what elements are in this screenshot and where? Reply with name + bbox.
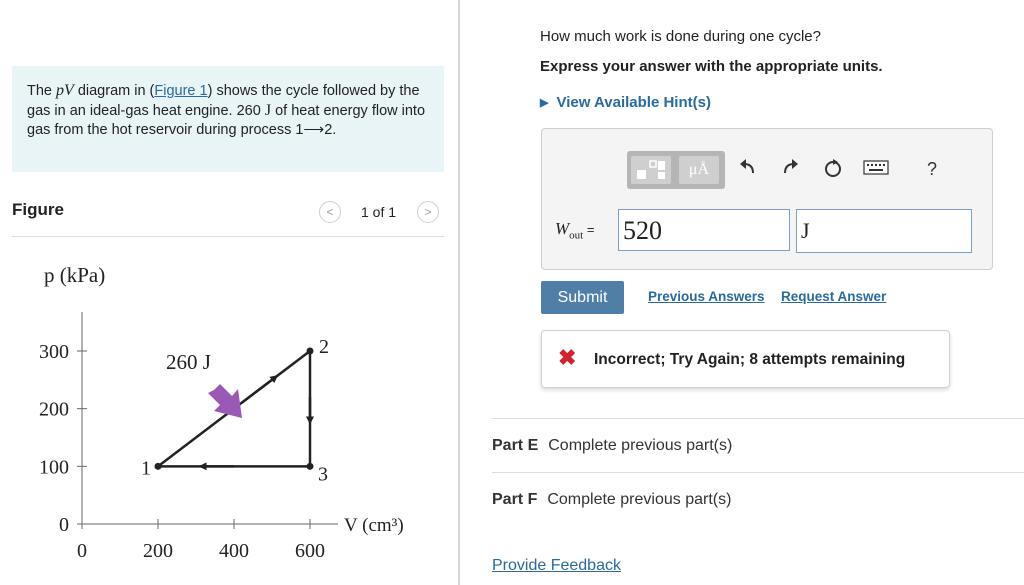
- point-1-label: 1: [141, 457, 151, 479]
- figure-header: Figure < 1 of 1 >: [12, 198, 444, 237]
- feedback-text: Incorrect; Try Again; 8 attempts remaini…: [594, 351, 906, 368]
- y-tick-label: 100: [39, 456, 69, 478]
- view-hints-toggle[interactable]: ▶ View Available Hint(s): [540, 94, 711, 111]
- point-2-label: 2: [319, 336, 329, 358]
- w-variable: W: [555, 219, 570, 238]
- problem-text-part: The: [27, 83, 57, 99]
- point-2: [306, 347, 314, 355]
- chevron-left-icon[interactable]: <: [319, 201, 341, 223]
- answer-box: μÅ ? Wout = 520 J: [541, 128, 993, 270]
- part-divider: [492, 472, 1024, 473]
- part-e[interactable]: Part E Complete previous part(s): [492, 437, 732, 455]
- feedback-box: ✖ Incorrect; Try Again; 8 attempts remai…: [541, 330, 950, 388]
- problem-text: The pV diagram in (Figure 1) shows the c…: [27, 81, 427, 140]
- keyboard-icon[interactable]: [863, 157, 889, 183]
- part-e-text: Complete previous part(s): [548, 437, 733, 454]
- point-1: [154, 462, 162, 470]
- x-axis-label: V (cm³): [344, 515, 404, 536]
- x-icon: ✖: [558, 345, 577, 370]
- mu-a-label: μÅ: [688, 161, 710, 178]
- question-text: How much work is done during one cycle?: [540, 28, 821, 45]
- figure-pager: 1 of 1: [361, 204, 397, 220]
- work-out-label: Wout =: [555, 219, 594, 241]
- right-pane: How much work is done during one cycle? …: [460, 0, 1024, 585]
- request-answer-link[interactable]: Request Answer: [781, 289, 886, 304]
- process-1-2-arrow: [240, 375, 279, 404]
- heat-label: 260 J: [166, 350, 211, 374]
- redo-icon[interactable]: [777, 157, 803, 183]
- equals-sign: =: [583, 222, 595, 237]
- y-tick-label: 0: [59, 514, 69, 536]
- instruction-text: Express your answer with the appropriate…: [540, 58, 883, 75]
- chevron-right-icon[interactable]: >: [417, 201, 439, 223]
- point-3-label: 3: [318, 463, 328, 485]
- x-tick-label: 0: [77, 540, 87, 562]
- point-3: [306, 462, 314, 470]
- answer-value-input[interactable]: 520: [618, 209, 790, 251]
- y-tick-label: 300: [39, 341, 69, 363]
- submit-button[interactable]: Submit: [541, 281, 624, 314]
- templates-icon[interactable]: [631, 156, 671, 184]
- problem-text-part: diagram in (: [73, 83, 155, 99]
- figure-title: Figure: [12, 200, 64, 219]
- problem-statement-box: The pV diagram in (Figure 1) shows the c…: [12, 66, 444, 172]
- x-tick-label: 400: [219, 540, 249, 562]
- part-f-text: Complete previous part(s): [547, 491, 732, 508]
- hint-label: View Available Hint(s): [556, 94, 711, 111]
- undo-icon[interactable]: [735, 157, 761, 183]
- help-icon[interactable]: ?: [927, 159, 937, 180]
- templates-button-group: μÅ: [627, 151, 725, 189]
- figure-link[interactable]: Figure 1: [154, 83, 207, 99]
- units-icon[interactable]: μÅ: [679, 156, 719, 184]
- caret-right-icon: ▶: [540, 97, 549, 109]
- pv-diagram: p (kPa) V (cm³) 300 200 100 00 200 400 600 1 2 3 260…: [39, 263, 404, 562]
- x-tick-label: 600: [295, 540, 325, 562]
- y-axis-label: p (kPa): [44, 263, 105, 287]
- y-tick-label: 200: [39, 399, 69, 421]
- x-tick-label: 200: [143, 540, 173, 562]
- pv-variable: pV: [56, 82, 74, 99]
- part-f[interactable]: Part F Complete previous part(s): [492, 491, 731, 509]
- part-e-label: Part E: [492, 437, 539, 454]
- provide-feedback-link[interactable]: Provide Feedback: [492, 557, 621, 575]
- out-subscript: out: [569, 229, 584, 242]
- previous-answers-link[interactable]: Previous Answers: [648, 289, 765, 304]
- heat-in-arrow: [208, 384, 242, 418]
- answer-unit-input[interactable]: J: [796, 209, 972, 253]
- reset-icon[interactable]: [820, 157, 846, 185]
- part-f-label: Part F: [492, 491, 538, 508]
- part-divider: [492, 418, 1024, 419]
- left-pane: The pV diagram in (Figure 1) shows the c…: [0, 0, 458, 585]
